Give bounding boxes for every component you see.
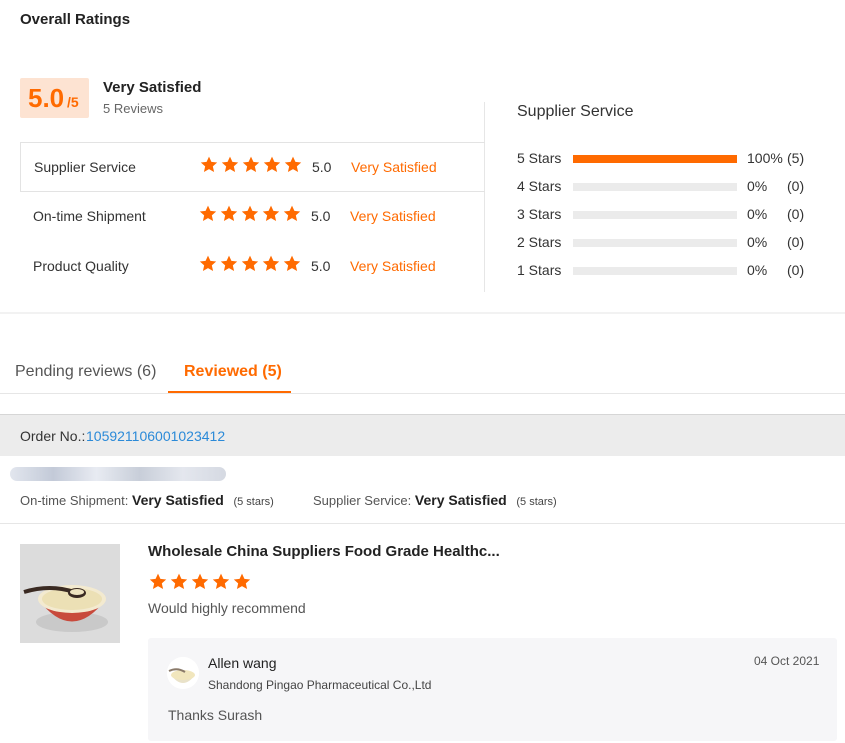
- section-divider: [0, 312, 845, 314]
- reply-date: 04 Oct 2021: [754, 654, 820, 668]
- rating-score: 5.0: [311, 208, 331, 224]
- reply-text: Thanks Surash: [168, 707, 263, 723]
- distribution-row-4: 4 Stars 0% (0): [517, 177, 817, 195]
- distribution-bar-track: [573, 211, 737, 219]
- distribution-bar-track: [573, 155, 737, 163]
- star-icon: [170, 573, 188, 589]
- shipment-stars: (5 stars): [233, 496, 274, 508]
- service-value: Very Satisfied: [414, 492, 507, 508]
- rating-label: Supplier Service: [34, 159, 136, 175]
- star-icon: [220, 255, 238, 271]
- star-icon: [199, 205, 217, 221]
- star-icon: [199, 255, 217, 271]
- overall-satisfaction: Very Satisfied: [103, 79, 202, 96]
- tab-pending-reviews[interactable]: Pending reviews (6): [15, 363, 156, 381]
- tab-bar-border: [0, 393, 845, 394]
- star-icon: [283, 255, 301, 271]
- distribution-count: (0): [787, 178, 805, 194]
- distribution-bar-track: [573, 239, 737, 247]
- star-icon: [262, 255, 280, 271]
- service-label: Supplier Service:: [313, 493, 412, 508]
- rating-satisfaction: Very Satisfied: [350, 258, 436, 274]
- distribution-row-1: 1 Stars 0% (0): [517, 261, 817, 279]
- star-icon: [284, 156, 302, 172]
- active-tab-indicator: [168, 391, 291, 393]
- distribution-percent: 0%: [747, 178, 768, 194]
- reviewer-name-blurred: [10, 467, 226, 481]
- star-icon: [263, 156, 281, 172]
- review-count: 5 Reviews: [103, 101, 163, 116]
- star-icon: [233, 573, 251, 589]
- star-icon: [262, 205, 280, 221]
- distribution-title: Supplier Service: [517, 103, 634, 120]
- distribution-count: (5): [787, 150, 805, 166]
- order-number-link[interactable]: 105921106001023412: [86, 428, 225, 444]
- distribution-row-2: 2 Stars 0% (0): [517, 233, 817, 251]
- product-title-link[interactable]: Wholesale China Suppliers Food Grade Hea…: [148, 543, 500, 560]
- distribution-percent: 0%: [747, 206, 768, 222]
- overall-score-max: /5: [67, 94, 79, 110]
- distribution-label: 1 Stars: [517, 262, 562, 278]
- rating-stars: [198, 254, 302, 274]
- star-icon: [212, 573, 230, 589]
- distribution-row-5: 5 Stars 100% (5): [517, 149, 817, 167]
- product-stars: [148, 572, 252, 592]
- distribution-bar-track: [573, 267, 737, 275]
- shipment-label: On-time Shipment:: [20, 493, 129, 508]
- bowl-icon: [20, 544, 120, 643]
- shipment-value: Very Satisfied: [132, 492, 224, 508]
- star-icon: [242, 156, 260, 172]
- product-image[interactable]: [20, 544, 120, 643]
- rating-score: 5.0: [311, 258, 331, 274]
- star-icon: [241, 255, 259, 271]
- distribution-percent: 100%: [747, 150, 783, 166]
- reply-author: Allen wang: [208, 655, 277, 671]
- rating-satisfaction: Very Satisfied: [350, 208, 436, 224]
- distribution-percent: 0%: [747, 262, 768, 278]
- distribution-bar-track: [573, 183, 737, 191]
- distribution-row-3: 3 Stars 0% (0): [517, 205, 817, 223]
- review-comment: Would highly recommend: [148, 600, 306, 616]
- distribution-count: (0): [787, 234, 805, 250]
- service-rating: Supplier Service: Very Satisfied (5 star…: [313, 492, 557, 508]
- rating-row-product-quality[interactable]: Product Quality 5.0 Very Satisfied: [20, 242, 485, 292]
- distribution-label: 4 Stars: [517, 178, 562, 194]
- star-icon: [221, 156, 239, 172]
- rating-score: 5.0: [312, 159, 332, 175]
- rating-label: On-time Shipment: [33, 208, 146, 224]
- star-icon: [220, 205, 238, 221]
- star-icon: [241, 205, 259, 221]
- distribution-count: (0): [787, 206, 805, 222]
- tab-reviewed[interactable]: Reviewed (5): [184, 363, 282, 381]
- rating-satisfaction: Very Satisfied: [351, 159, 437, 175]
- service-stars: (5 stars): [516, 496, 557, 508]
- star-icon: [200, 156, 218, 172]
- rating-row-on-time-shipment[interactable]: On-time Shipment 5.0 Very Satisfied: [20, 192, 485, 242]
- order-label: Order No.:: [20, 428, 86, 444]
- distribution-label: 3 Stars: [517, 206, 562, 222]
- rating-stars: [198, 204, 302, 224]
- avatar-icon: [167, 657, 199, 689]
- distribution-count: (0): [787, 262, 805, 278]
- star-icon: [191, 573, 209, 589]
- distribution-percent: 0%: [747, 234, 768, 250]
- distribution-label: 5 Stars: [517, 150, 562, 166]
- page-title: Overall Ratings: [20, 11, 131, 28]
- shipment-rating: On-time Shipment: Very Satisfied (5 star…: [20, 492, 274, 508]
- distribution-label: 2 Stars: [517, 234, 562, 250]
- review-divider: [0, 523, 845, 524]
- rating-row-supplier-service[interactable]: Supplier Service 5.0 Very Satisfied: [20, 142, 485, 192]
- rating-stars: [199, 155, 303, 175]
- overall-score: 5.0: [28, 83, 65, 113]
- reply-company: Shandong Pingao Pharmaceutical Co.,Ltd: [208, 678, 432, 692]
- distribution-bar-fill: [573, 155, 737, 163]
- supplier-avatar: [167, 657, 199, 689]
- star-icon: [149, 573, 167, 589]
- rating-label: Product Quality: [33, 258, 129, 274]
- star-icon: [283, 205, 301, 221]
